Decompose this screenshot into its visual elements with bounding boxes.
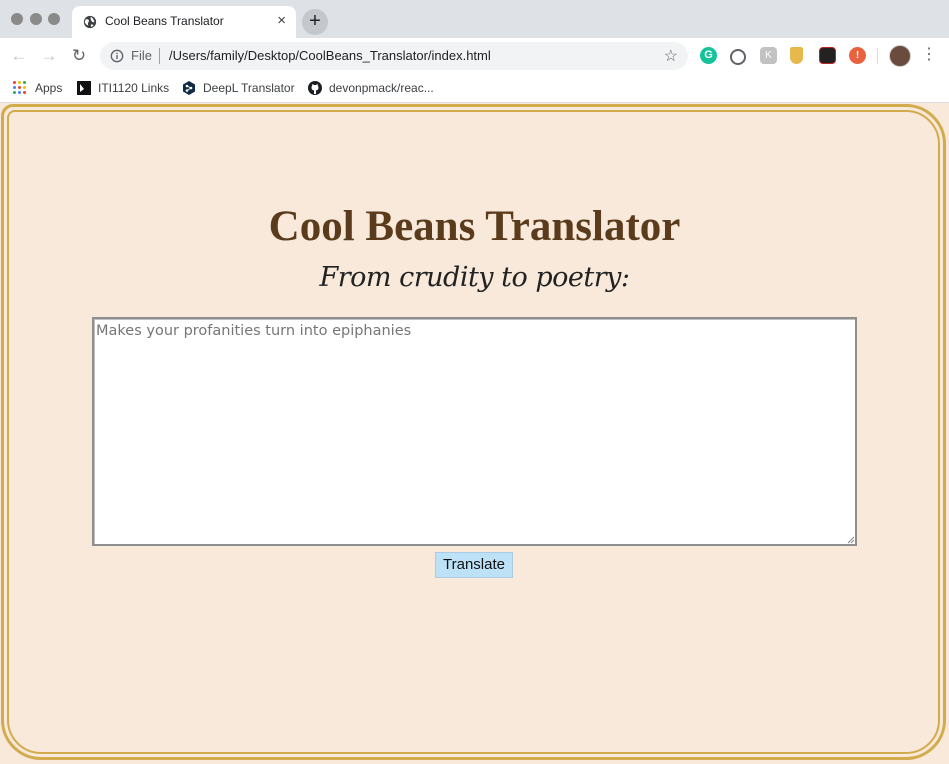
tab-title: Cool Beans Translator [105,14,224,28]
profile-avatar[interactable] [889,45,911,67]
address-bar[interactable]: File /Users/family/Desktop/CoolBeans_Tra… [100,42,688,70]
bookmark-github[interactable]: devonpmack/reac... [308,79,434,97]
apps-grid-icon [13,81,26,95]
globe-icon [83,15,97,29]
bookmark-label: devonpmack/reac... [329,81,434,95]
extension-5-icon[interactable] [819,47,836,64]
extension-6-icon[interactable]: ! [849,47,866,64]
extension-3-icon[interactable]: K [760,47,777,64]
bookmark-iti1120[interactable]: ITI1120 Links [77,79,169,97]
bookmark-label: Apps [35,81,63,95]
bookmark-label: ITI1120 Links [98,81,170,95]
window-close-button[interactable] [11,13,23,25]
github-icon [308,80,322,95]
page-viewport: Cool Beans Translator From crudity to po… [0,103,949,764]
toolbar-separator [877,48,878,64]
bookmark-star-icon[interactable]: ☆ [664,46,678,66]
address-url[interactable]: /Users/family/Desktop/CoolBeans_Translat… [169,48,491,63]
tab-close-icon[interactable]: × [277,13,286,29]
back-arrow-icon[interactable]: ← [8,45,30,67]
window-zoom-button[interactable] [48,13,60,25]
reload-icon[interactable]: ↻ [68,45,90,67]
bookmark-deepl[interactable]: DeepL Translator [182,79,295,97]
bookmark-apps[interactable]: Apps [13,79,62,97]
deepl-icon [183,80,195,95]
translate-input[interactable] [92,317,857,546]
page-subtitle: From crudity to poetry: [319,262,630,293]
iti-bookmark-icon [77,80,91,95]
grammarly-icon[interactable]: G [700,47,717,64]
window-minimize-button[interactable] [30,13,42,25]
browser-tab[interactable]: Cool Beans Translator × [72,6,296,38]
menu-kebab-icon[interactable]: ⋮ [921,44,937,66]
bookmarks-bar: Apps ITI1120 Links DeepL Translator devo… [0,74,949,103]
bookmark-label: DeepL Translator [203,81,295,95]
browser-titlebar: Cool Beans Translator × + [0,0,949,38]
browser-toolbar: ← → ↻ File /Users/family/Desktop/CoolBea… [0,38,949,74]
address-scheme-label: File [131,48,152,63]
extension-4-icon[interactable] [790,47,803,64]
forward-arrow-icon[interactable]: → [38,45,60,67]
page-title: Cool Beans Translator [268,203,681,250]
resize-grip-icon[interactable] [847,536,855,544]
info-icon[interactable] [110,49,124,63]
address-separator [159,48,160,64]
translate-button[interactable]: Translate [435,552,513,578]
new-tab-button[interactable]: + [302,9,328,35]
extension-2-icon[interactable] [730,49,746,65]
